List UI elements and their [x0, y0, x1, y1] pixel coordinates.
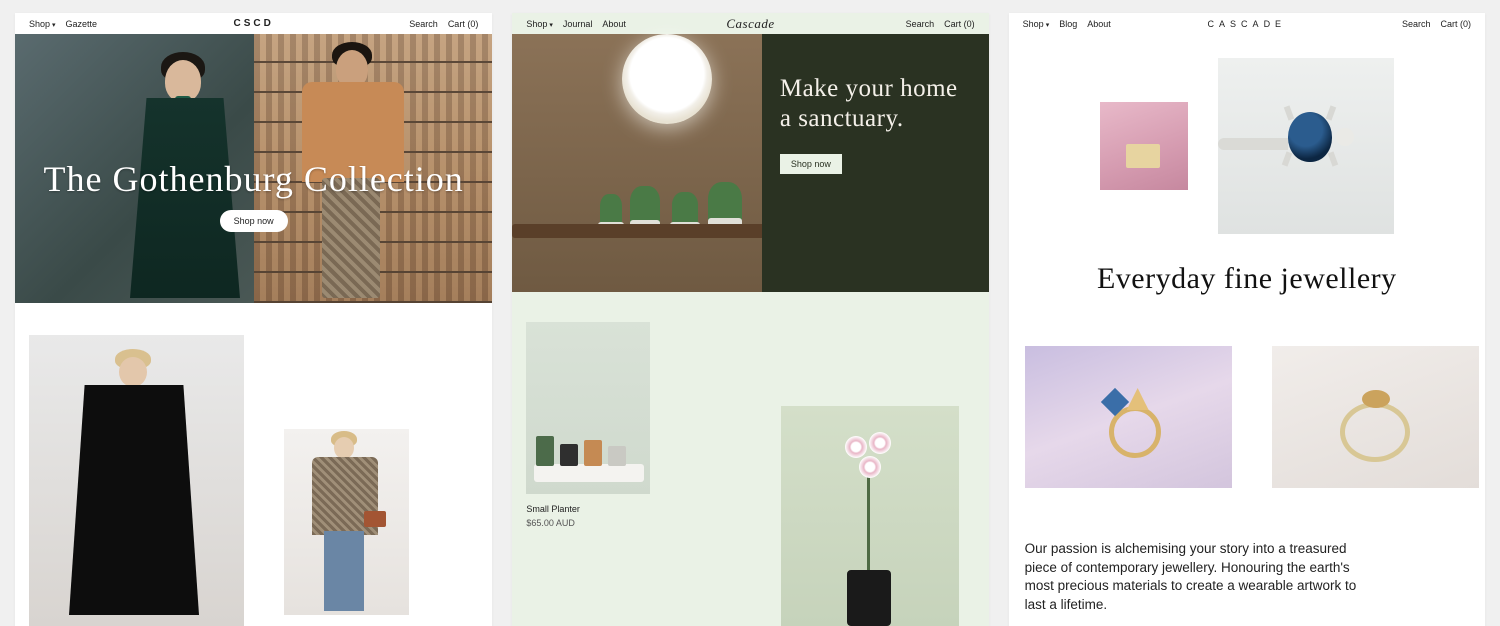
site-logo[interactable]: Cascade	[726, 16, 774, 32]
nav-blog[interactable]: Blog	[1059, 19, 1077, 29]
site-logo[interactable]: CASCADE	[1208, 19, 1287, 29]
product-card[interactable]: Small Planter $65.00 AUD	[526, 322, 650, 528]
chevron-down-icon: ▾	[549, 22, 553, 29]
nav-gazette[interactable]: Gazette	[66, 19, 98, 29]
product-section: Small Planter $65.00 AUD	[512, 292, 988, 528]
hero-images	[1009, 34, 1485, 234]
product-image	[29, 335, 244, 626]
nav-cart[interactable]: Cart (0)	[448, 19, 479, 29]
header: Shop▾ Blog About CASCADE Search Cart (0)	[1009, 13, 1485, 34]
product-image-orchid[interactable]	[781, 406, 959, 626]
nav-about[interactable]: About	[1087, 19, 1111, 29]
shop-now-button[interactable]: Shop now	[780, 154, 842, 174]
chevron-down-icon: ▾	[1046, 22, 1050, 29]
nav-journal[interactable]: Journal	[563, 19, 593, 29]
product-image	[284, 429, 409, 615]
lamp-icon	[622, 34, 712, 124]
nav-shop[interactable]: Shop▾	[526, 19, 553, 29]
product-row	[1009, 296, 1485, 488]
product-image[interactable]	[1272, 346, 1479, 488]
hero-text-panel: Make your home a sanctuary. Shop now	[762, 34, 989, 292]
hero-title: Everyday fine jewellery	[1009, 262, 1485, 296]
product-price: $65.00 AUD	[526, 518, 650, 528]
nav-search[interactable]: Search	[1402, 19, 1431, 29]
shop-now-button[interactable]: Shop now	[220, 210, 288, 232]
header: Shop▾ Gazette CSCD Search Cart (0)	[15, 13, 492, 34]
nav-about[interactable]: About	[602, 19, 626, 29]
preview-panel-fashion: Shop▾ Gazette CSCD Search Cart (0) The G…	[15, 13, 492, 626]
preview-panel-jewellery: Shop▾ Blog About CASCADE Search Cart (0)…	[1009, 13, 1485, 626]
product-card[interactable]	[284, 335, 409, 626]
hero: Make your home a sanctuary. Shop now	[512, 34, 988, 292]
nav-search[interactable]: Search	[409, 19, 438, 29]
body-text: Our passion is alchemising your story in…	[1009, 488, 1485, 615]
hero-title: The Gothenburg Collection	[15, 158, 492, 200]
chevron-down-icon: ▾	[52, 22, 56, 29]
product-grid	[15, 303, 492, 626]
nav-cart[interactable]: Cart (0)	[944, 19, 975, 29]
hero-image-large[interactable]	[1218, 58, 1394, 234]
product-image[interactable]	[1025, 346, 1232, 488]
hero-image	[512, 34, 762, 292]
hero-image-small[interactable]	[1100, 102, 1188, 190]
hero: The Gothenburg Collection Shop now	[15, 34, 492, 303]
nav-shop[interactable]: Shop▾	[29, 19, 56, 29]
product-image	[526, 322, 650, 494]
nav-shop[interactable]: Shop▾	[1023, 19, 1050, 29]
header: Shop▾ Journal About Cascade Search Cart …	[512, 13, 988, 34]
product-card[interactable]	[29, 335, 244, 626]
preview-panel-home: Shop▾ Journal About Cascade Search Cart …	[512, 13, 988, 626]
nav-cart[interactable]: Cart (0)	[1440, 19, 1471, 29]
site-logo[interactable]: CSCD	[233, 18, 273, 29]
hero-title: Make your home a sanctuary.	[780, 74, 971, 134]
nav-search[interactable]: Search	[906, 19, 935, 29]
product-name: Small Planter	[526, 504, 650, 514]
